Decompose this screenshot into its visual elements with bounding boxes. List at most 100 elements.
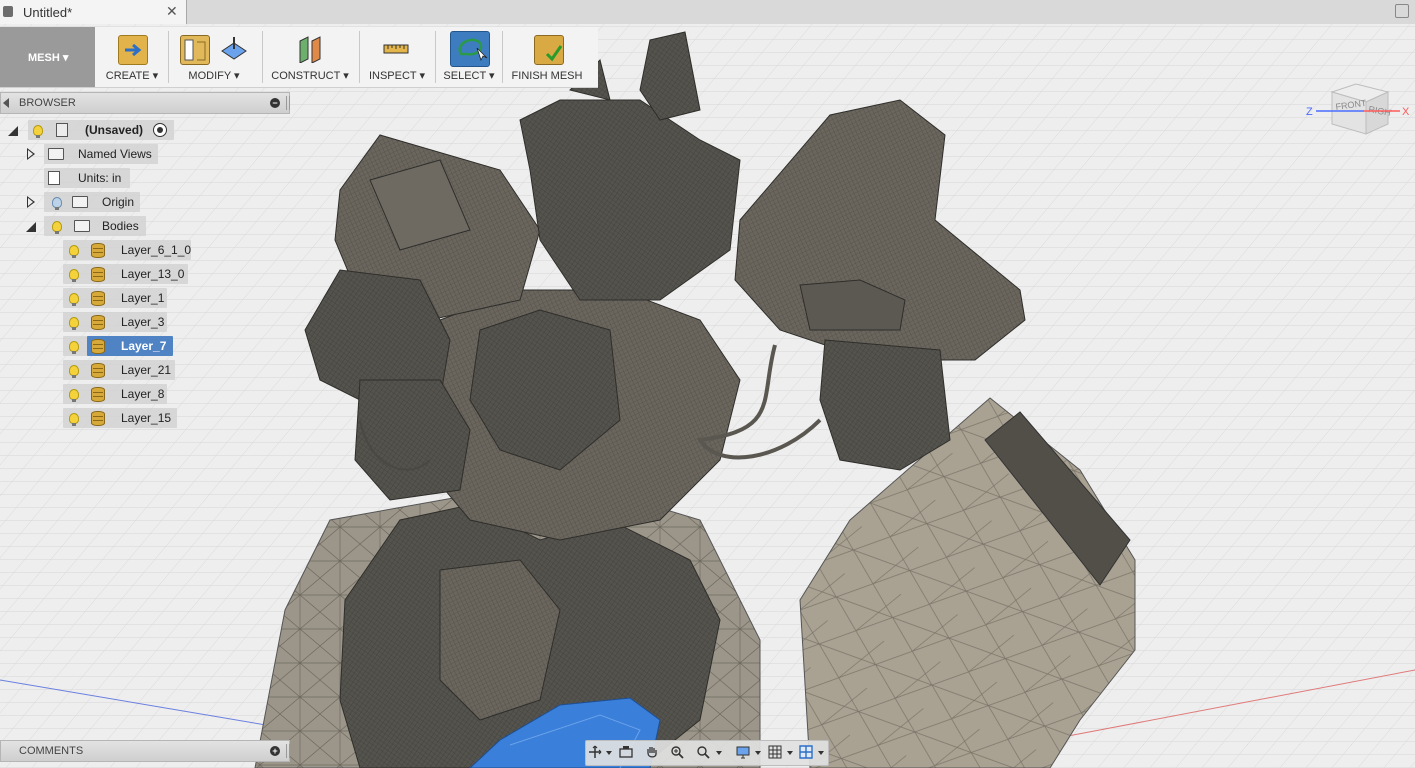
grid-dropdown-icon[interactable] — [787, 751, 793, 755]
document-title: Untitled* — [23, 5, 73, 20]
tree-body-layer[interactable]: Layer_15 — [63, 408, 177, 428]
viewports-icon[interactable] — [799, 745, 813, 759]
visibility-bulb-icon[interactable] — [52, 221, 62, 234]
mesh-body-icon — [91, 315, 105, 330]
tree-body-layer[interactable]: Layer_1 — [63, 288, 167, 308]
tree-body-layer-icons[interactable] — [63, 336, 89, 356]
visibility-bulb-icon[interactable] — [33, 125, 43, 138]
body-label: Layer_7 — [121, 339, 167, 353]
mesh-body-icon — [91, 291, 105, 306]
finish-mesh-button[interactable]: FINISH MESH — [506, 27, 588, 87]
document-tab[interactable]: Untitled* ✕ — [0, 0, 187, 24]
tree-named-views[interactable]: Named Views — [44, 144, 158, 164]
display-dropdown-icon[interactable] — [755, 751, 761, 755]
body-label: Layer_21 — [121, 363, 172, 377]
orbit-dropdown-icon[interactable] — [606, 751, 612, 755]
tree-bodies[interactable]: Bodies — [44, 216, 146, 236]
tab-overflow-icon[interactable] — [1395, 4, 1409, 18]
visibility-bulb-icon[interactable] — [69, 317, 79, 330]
mesh-body-icon — [91, 267, 105, 282]
select-lasso-icon — [450, 31, 490, 67]
toolbar-divider — [262, 31, 263, 83]
close-tab-icon[interactable]: ✕ — [166, 3, 178, 20]
tree-body-layer[interactable]: Layer_21 — [63, 360, 175, 380]
construct-label: CONSTRUCT ▾ — [271, 70, 349, 82]
axis-x-label: X — [1402, 106, 1410, 118]
expand-bodies-icon[interactable] — [26, 222, 36, 232]
modify-label: MODIFY ▾ — [188, 70, 240, 82]
construct-menu[interactable]: CONSTRUCT ▾ — [266, 27, 354, 87]
inspect-label: INSPECT ▾ — [368, 70, 426, 82]
select-menu[interactable]: SELECT ▾ — [440, 27, 498, 87]
visibility-bulb-icon[interactable] — [69, 365, 79, 378]
expand-root-icon[interactable] — [8, 126, 18, 136]
activate-radio-icon[interactable] — [153, 123, 167, 137]
tree-body-layer[interactable]: Layer_8 — [63, 384, 167, 404]
look-at-icon[interactable] — [619, 745, 633, 759]
workspace-label: MESH ▾ — [28, 52, 69, 64]
units-label: Units: in — [78, 171, 122, 185]
tree-body-layer[interactable]: Layer_3 — [63, 312, 167, 332]
folder-icon — [48, 148, 64, 160]
body-label: Layer_3 — [121, 315, 165, 329]
collapse-panel-icon[interactable] — [3, 98, 9, 108]
tree-origin[interactable]: Origin — [44, 192, 140, 212]
tree-body-layer[interactable]: Layer_13_0 — [63, 264, 188, 284]
display-settings-icon[interactable] — [736, 745, 750, 759]
bodies-label: Bodies — [102, 219, 139, 233]
create-icon — [118, 35, 148, 65]
measure-ruler-icon — [382, 35, 410, 63]
create-menu[interactable]: CREATE ▾ — [100, 27, 164, 87]
mesh-body-icon — [91, 411, 105, 426]
visibility-bulb-icon[interactable] — [52, 197, 62, 210]
visibility-bulb-icon[interactable] — [69, 293, 79, 306]
visibility-bulb-icon[interactable] — [69, 269, 79, 282]
remesh-icon — [220, 35, 248, 63]
visibility-bulb-icon[interactable] — [69, 245, 79, 258]
toolbar-divider — [502, 31, 503, 83]
zoom-dropdown-icon[interactable] — [716, 751, 722, 755]
orbit-icon[interactable] — [588, 745, 602, 759]
viewports-dropdown-icon[interactable] — [818, 751, 824, 755]
workspace-switcher[interactable]: MESH ▾ — [0, 27, 95, 87]
expand-named-views-icon[interactable] — [27, 148, 35, 160]
tree-root-unsaved[interactable]: (Unsaved) — [28, 120, 174, 140]
fit-zoom-icon[interactable] — [696, 745, 710, 759]
visibility-bulb-icon[interactable] — [69, 413, 79, 426]
zoom-icon[interactable] — [670, 745, 684, 759]
comments-title: COMMENTS — [19, 745, 84, 757]
body-label: Layer_1 — [121, 291, 165, 305]
canvas-viewport[interactable]: FRONT RIGHT Z X — [0, 24, 1415, 768]
browser-title: BROWSER — [19, 97, 76, 109]
mesh-body-icon — [91, 387, 105, 402]
add-comment-icon[interactable]: + — [270, 746, 280, 756]
mesh-body-icon — [91, 243, 105, 258]
root-label: (Unsaved) — [85, 123, 144, 137]
modify-menu[interactable]: MODIFY ▾ — [172, 27, 256, 87]
comments-panel-header[interactable]: COMMENTS + — [0, 740, 290, 762]
minimize-browser-icon[interactable]: − — [270, 98, 280, 108]
panel-grip-icon[interactable] — [286, 744, 290, 758]
axis-triad: Z X — [1306, 106, 1410, 118]
toolbar-divider — [435, 31, 436, 83]
ribbon-toolbar: MESH ▾ CREATE ▾ MODIFY ▾ CONSTRUCT ▾ INS… — [0, 27, 598, 88]
browser-panel-header[interactable]: BROWSER − — [0, 92, 290, 114]
visibility-bulb-icon[interactable] — [69, 389, 79, 402]
expand-origin-icon[interactable] — [27, 196, 35, 208]
construct-plane-icon — [296, 35, 324, 64]
body-label: Layer_8 — [121, 387, 165, 401]
tree-units[interactable]: Units: in — [44, 168, 130, 188]
tree-body-layer[interactable]: Layer_6_1_0 — [63, 240, 191, 260]
origin-label: Origin — [102, 195, 135, 209]
body-label: Layer_13_0 — [121, 267, 185, 281]
panel-grip-icon[interactable] — [286, 96, 290, 110]
mesh-body-icon — [91, 363, 105, 378]
modify-icon — [180, 35, 210, 65]
model-canvas[interactable] — [0, 24, 1415, 768]
toolbar-divider — [359, 31, 360, 83]
grid-settings-icon[interactable] — [768, 745, 782, 759]
tree-body-layer-selected[interactable]: Layer_7 — [87, 336, 173, 356]
inspect-menu[interactable]: INSPECT ▾ — [364, 27, 430, 87]
visibility-bulb-icon[interactable] — [69, 341, 79, 354]
pan-hand-icon[interactable] — [645, 745, 659, 759]
